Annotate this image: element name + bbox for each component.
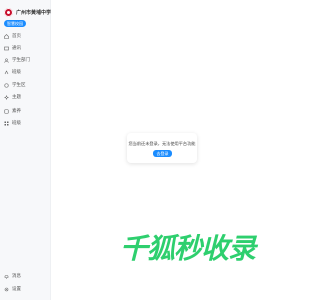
login-button[interactable]: 去登录: [153, 150, 172, 157]
users-icon: [4, 57, 9, 63]
school-name: 广州市黄埔中学: [16, 9, 52, 16]
sidebar-item-settings[interactable]: 设置: [4, 285, 21, 293]
class-icon: [4, 69, 9, 75]
sidebar-item-label: 设置: [12, 287, 21, 292]
sidebar-item-label: 通讯: [12, 46, 21, 51]
watermark-text: 千狐秒收录: [120, 232, 256, 265]
sidebar-item-label: 主题: [12, 95, 21, 100]
school-logo-icon: [4, 7, 13, 17]
sidebar-item-quality[interactable]: 素养: [4, 107, 21, 115]
sidebar-item-label: 班级: [12, 70, 21, 75]
sidebar-item-label: 学生部门: [12, 58, 30, 63]
platform-tag: 智慧校园: [4, 20, 26, 27]
theme-icon: [4, 94, 9, 100]
sidebar-item-student[interactable]: 学生区: [4, 81, 26, 89]
sidebar-item-label: 首页: [12, 34, 21, 39]
sidebar-item-theme[interactable]: 主题: [4, 93, 21, 101]
gear-icon: [4, 287, 9, 292]
student-icon: [4, 82, 9, 88]
grid-icon: [4, 121, 9, 126]
sidebar-item-grid[interactable]: 班级: [4, 119, 21, 127]
login-prompt-card: 您当前还未登录，无法使用平台功能 去登录: [127, 133, 197, 163]
sidebar-item-class[interactable]: 班级: [4, 68, 21, 76]
sidebar-item-label: 消息: [12, 274, 21, 279]
bell-icon: [4, 274, 9, 279]
sidebar-item-notify[interactable]: 消息: [4, 272, 21, 280]
sidebar-item-label: 班级: [12, 121, 21, 126]
sidebar-item-label: 学生区: [12, 83, 26, 88]
brand: 广州市黄埔中学: [4, 5, 51, 19]
star-icon: [4, 108, 9, 114]
sidebar-item-label: 素养: [12, 109, 21, 114]
message-icon: [4, 46, 9, 51]
sidebar: 广州市黄埔中学 智慧校园 首页 通讯 学生部门 班级 学生区 主题 素养 班级 …: [0, 0, 51, 300]
sidebar-item-home[interactable]: 首页: [4, 32, 21, 40]
sidebar-item-message[interactable]: 通讯: [4, 44, 21, 52]
login-prompt-message: 您当前还未登录，无法使用平台功能: [128, 141, 196, 146]
home-icon: [4, 33, 9, 39]
sidebar-item-dept[interactable]: 学生部门: [4, 56, 30, 64]
